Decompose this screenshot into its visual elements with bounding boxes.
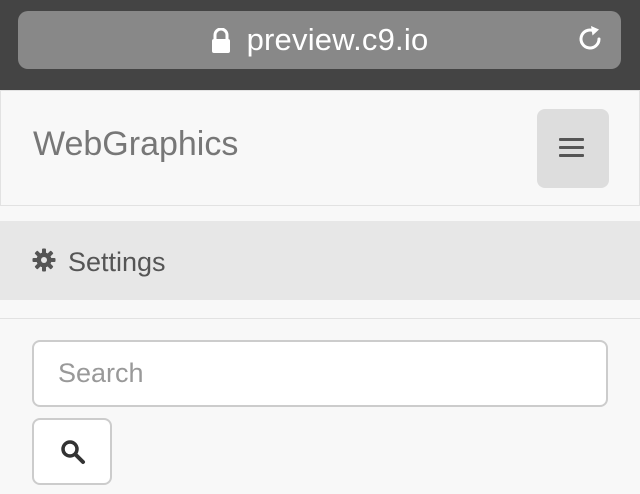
menu-item-settings[interactable]: Settings xyxy=(0,221,640,300)
navbar: WebGraphics xyxy=(0,90,640,206)
lock-icon xyxy=(211,27,231,54)
search-button[interactable] xyxy=(32,418,112,485)
browser-address-bar: preview.c9.io xyxy=(0,0,640,90)
settings-label: Settings xyxy=(68,247,166,277)
navbar-toggle-button[interactable] xyxy=(537,109,609,188)
gear-icon xyxy=(32,248,56,272)
url-field[interactable]: preview.c9.io xyxy=(18,11,621,69)
search-form xyxy=(0,318,640,494)
brand-link[interactable]: WebGraphics xyxy=(33,125,238,164)
hamburger-menu-icon xyxy=(559,138,584,158)
url-text: preview.c9.io xyxy=(246,22,429,57)
search-icon xyxy=(61,440,85,464)
page-content: WebGraphics Settings Search xyxy=(0,90,640,494)
url-display: preview.c9.io xyxy=(18,11,621,69)
search-input[interactable] xyxy=(32,340,608,407)
reload-icon[interactable] xyxy=(575,24,605,54)
